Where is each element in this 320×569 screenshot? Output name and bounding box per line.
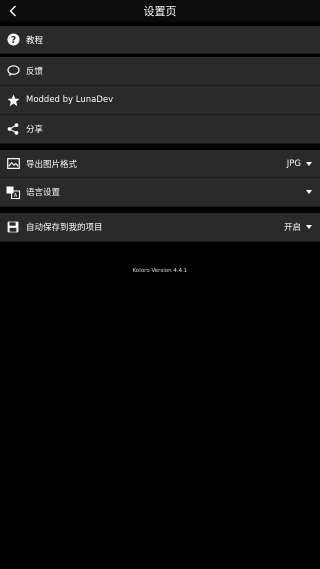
image-icon bbox=[6, 157, 20, 171]
back-button[interactable] bbox=[6, 2, 20, 20]
chevron-down-icon[interactable] bbox=[306, 190, 312, 194]
save-icon bbox=[6, 220, 20, 234]
version-text: Koloro Version 4.4.1 bbox=[132, 268, 188, 274]
feedback-row[interactable]: 反馈 bbox=[0, 57, 320, 86]
autosave-label: 自动保存到我的项目 bbox=[26, 223, 103, 233]
svg-text:A: A bbox=[14, 193, 18, 199]
page-title: 设置页 bbox=[143, 5, 177, 18]
autosave-row[interactable]: 自动保存到我的项目 开启 bbox=[0, 213, 320, 242]
share-label: 分享 bbox=[26, 125, 44, 135]
export-format-row[interactable]: 导出图片格式 JPG bbox=[0, 150, 320, 178]
export-format-value[interactable]: JPG bbox=[287, 159, 301, 169]
tutorial-row[interactable]: ? 教程 bbox=[0, 26, 320, 54]
svg-text:?: ? bbox=[10, 35, 15, 46]
tutorial-label: 教程 bbox=[26, 35, 44, 46]
autosave-value[interactable]: 开启 bbox=[284, 221, 301, 233]
feedback-label: 反馈 bbox=[26, 67, 44, 77]
star-icon bbox=[6, 93, 20, 107]
settings-group-export: 导出图片格式 JPG A 语言设置 bbox=[0, 150, 320, 207]
export-format-label: 导出图片格式 bbox=[26, 159, 78, 170]
language-label: 语言设置 bbox=[26, 188, 61, 198]
language-row[interactable]: A 语言设置 bbox=[0, 178, 320, 207]
question-circle-icon: ? bbox=[6, 33, 20, 47]
share-row[interactable]: 分享 bbox=[0, 115, 320, 144]
settings-group-general: ? 教程 反馈 Modded by LunaDev 分享 bbox=[0, 26, 320, 144]
language-icon: A bbox=[6, 185, 20, 199]
settings-group-autosave: 自动保存到我的项目 开启 bbox=[0, 213, 320, 242]
chevron-down-icon[interactable] bbox=[306, 225, 312, 229]
share-icon bbox=[6, 122, 20, 136]
speech-bubble-icon bbox=[6, 64, 20, 78]
chevron-down-icon[interactable] bbox=[306, 161, 312, 166]
chevron-left-icon bbox=[9, 5, 16, 17]
modded-by-row[interactable]: Modded by LunaDev bbox=[0, 86, 320, 115]
top-bar: 设置页 bbox=[0, 0, 320, 22]
modded-by-label: Modded by LunaDev bbox=[26, 95, 114, 105]
